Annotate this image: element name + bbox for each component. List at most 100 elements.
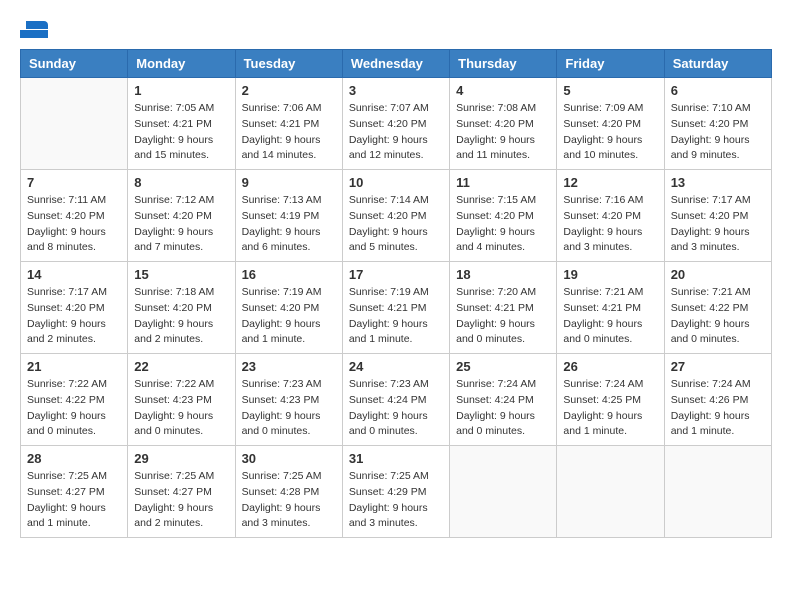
day-info: Sunrise: 7:24 AM Sunset: 4:24 PM Dayligh… [456, 377, 550, 440]
day-number: 28 [27, 451, 121, 466]
calendar-day-header: Thursday [450, 50, 557, 78]
day-number: 25 [456, 359, 550, 374]
calendar-cell: 31 Sunrise: 7:25 AM Sunset: 4:29 PM Dayli… [342, 446, 449, 538]
day-number: 14 [27, 267, 121, 282]
calendar-cell: 29 Sunrise: 7:25 AM Sunset: 4:27 PM Dayli… [128, 446, 235, 538]
calendar-cell: 7 Sunrise: 7:11 AM Sunset: 4:20 PM Daylig… [21, 170, 128, 262]
calendar-cell: 5 Sunrise: 7:09 AM Sunset: 4:20 PM Daylig… [557, 78, 664, 170]
calendar-cell [664, 446, 771, 538]
calendar-day-header: Monday [128, 50, 235, 78]
calendar-cell: 6 Sunrise: 7:10 AM Sunset: 4:20 PM Daylig… [664, 78, 771, 170]
day-info: Sunrise: 7:10 AM Sunset: 4:20 PM Dayligh… [671, 101, 765, 164]
calendar-cell: 11 Sunrise: 7:15 AM Sunset: 4:20 PM Dayli… [450, 170, 557, 262]
calendar-cell: 3 Sunrise: 7:07 AM Sunset: 4:20 PM Daylig… [342, 78, 449, 170]
day-number: 22 [134, 359, 228, 374]
calendar-cell: 21Sunrise: 7:22 AM Sunset: 4:22 PM Dayli… [21, 354, 128, 446]
day-number: 13 [671, 175, 765, 190]
day-number: 7 [27, 175, 121, 190]
calendar-week-row: 28 Sunrise: 7:25 AM Sunset: 4:27 PM Dayli… [21, 446, 772, 538]
day-number: 12 [563, 175, 657, 190]
day-number: 23 [242, 359, 336, 374]
day-info: Sunrise: 7:23 AM Sunset: 4:24 PM Dayligh… [349, 377, 443, 440]
day-number: 4 [456, 83, 550, 98]
day-info: Sunrise: 7:15 AM Sunset: 4:20 PM Dayligh… [456, 193, 550, 256]
day-number: 10 [349, 175, 443, 190]
calendar-cell: 22 Sunrise: 7:22 AM Sunset: 4:23 PM Dayli… [128, 354, 235, 446]
day-number: 5 [563, 83, 657, 98]
day-number: 18 [456, 267, 550, 282]
day-info: Sunrise: 7:16 AM Sunset: 4:20 PM Dayligh… [563, 193, 657, 256]
calendar-cell: 20Sunrise: 7:21 AM Sunset: 4:22 PM Dayli… [664, 262, 771, 354]
day-number: 11 [456, 175, 550, 190]
day-number: 16 [242, 267, 336, 282]
day-info: Sunrise: 7:17 AM Sunset: 4:20 PM Dayligh… [27, 285, 121, 348]
calendar-cell: 1 Sunrise: 7:05 AM Sunset: 4:21 PM Daylig… [128, 78, 235, 170]
day-number: 29 [134, 451, 228, 466]
day-number: 17 [349, 267, 443, 282]
day-number: 8 [134, 175, 228, 190]
day-number: 1 [134, 83, 228, 98]
day-number: 15 [134, 267, 228, 282]
day-info: Sunrise: 7:11 AM Sunset: 4:20 PM Dayligh… [27, 193, 121, 256]
day-info: Sunrise: 7:25 AM Sunset: 4:28 PM Dayligh… [242, 469, 336, 532]
logo-graphic [20, 21, 48, 38]
day-info: Sunrise: 7:05 AM Sunset: 4:21 PM Dayligh… [134, 101, 228, 164]
calendar-cell: 2Sunrise: 7:06 AM Sunset: 4:21 PM Daylig… [235, 78, 342, 170]
calendar-cell [557, 446, 664, 538]
calendar-cell: 14 Sunrise: 7:17 AM Sunset: 4:20 PM Dayli… [21, 262, 128, 354]
day-info: Sunrise: 7:19 AM Sunset: 4:20 PM Dayligh… [242, 285, 336, 348]
calendar-cell: 4 Sunrise: 7:08 AM Sunset: 4:20 PM Daylig… [450, 78, 557, 170]
day-number: 26 [563, 359, 657, 374]
day-info: Sunrise: 7:08 AM Sunset: 4:20 PM Dayligh… [456, 101, 550, 164]
calendar-cell: 15 Sunrise: 7:18 AM Sunset: 4:20 PM Dayli… [128, 262, 235, 354]
calendar-cell: 25 Sunrise: 7:24 AM Sunset: 4:24 PM Dayli… [450, 354, 557, 446]
day-info: Sunrise: 7:14 AM Sunset: 4:20 PM Dayligh… [349, 193, 443, 256]
day-number: 24 [349, 359, 443, 374]
calendar-cell: 13 Sunrise: 7:17 AM Sunset: 4:20 PM Dayli… [664, 170, 771, 262]
day-info: Sunrise: 7:06 AM Sunset: 4:21 PM Dayligh… [242, 101, 336, 164]
day-number: 30 [242, 451, 336, 466]
calendar-cell: 8 Sunrise: 7:12 AM Sunset: 4:20 PM Daylig… [128, 170, 235, 262]
day-number: 21 [27, 359, 121, 374]
day-info: Sunrise: 7:21 AM Sunset: 4:22 PM Dayligh… [671, 285, 765, 348]
calendar-cell: 24 Sunrise: 7:23 AM Sunset: 4:24 PM Dayli… [342, 354, 449, 446]
calendar-cell: 10 Sunrise: 7:14 AM Sunset: 4:20 PM Dayli… [342, 170, 449, 262]
day-info: Sunrise: 7:25 AM Sunset: 4:27 PM Dayligh… [134, 469, 228, 532]
calendar-cell [21, 78, 128, 170]
day-info: Sunrise: 7:25 AM Sunset: 4:27 PM Dayligh… [27, 469, 121, 532]
calendar-cell [450, 446, 557, 538]
day-info: Sunrise: 7:25 AM Sunset: 4:29 PM Dayligh… [349, 469, 443, 532]
day-info: Sunrise: 7:22 AM Sunset: 4:23 PM Dayligh… [134, 377, 228, 440]
calendar-cell: 9 Sunrise: 7:13 AM Sunset: 4:19 PM Daylig… [235, 170, 342, 262]
calendar-week-row: 7 Sunrise: 7:11 AM Sunset: 4:20 PM Daylig… [21, 170, 772, 262]
day-info: Sunrise: 7:17 AM Sunset: 4:20 PM Dayligh… [671, 193, 765, 256]
logo [20, 20, 52, 39]
page-container: SundayMondayTuesdayWednesdayThursdayFrid… [20, 20, 772, 538]
header [20, 20, 772, 39]
day-number: 31 [349, 451, 443, 466]
calendar-day-header: Saturday [664, 50, 771, 78]
day-number: 6 [671, 83, 765, 98]
calendar-cell: 30 Sunrise: 7:25 AM Sunset: 4:28 PM Dayli… [235, 446, 342, 538]
calendar-day-header: Tuesday [235, 50, 342, 78]
day-info: Sunrise: 7:19 AM Sunset: 4:21 PM Dayligh… [349, 285, 443, 348]
day-info: Sunrise: 7:23 AM Sunset: 4:23 PM Dayligh… [242, 377, 336, 440]
calendar-cell: 23 Sunrise: 7:23 AM Sunset: 4:23 PM Dayli… [235, 354, 342, 446]
calendar-cell: 27Sunrise: 7:24 AM Sunset: 4:26 PM Dayli… [664, 354, 771, 446]
day-info: Sunrise: 7:13 AM Sunset: 4:19 PM Dayligh… [242, 193, 336, 256]
day-info: Sunrise: 7:09 AM Sunset: 4:20 PM Dayligh… [563, 101, 657, 164]
calendar-cell: 17 Sunrise: 7:19 AM Sunset: 4:21 PM Dayli… [342, 262, 449, 354]
day-number: 3 [349, 83, 443, 98]
day-info: Sunrise: 7:20 AM Sunset: 4:21 PM Dayligh… [456, 285, 550, 348]
day-info: Sunrise: 7:18 AM Sunset: 4:20 PM Dayligh… [134, 285, 228, 348]
calendar-cell: 28 Sunrise: 7:25 AM Sunset: 4:27 PM Dayli… [21, 446, 128, 538]
calendar-week-row: 14 Sunrise: 7:17 AM Sunset: 4:20 PM Dayli… [21, 262, 772, 354]
calendar-cell: 16 Sunrise: 7:19 AM Sunset: 4:20 PM Dayli… [235, 262, 342, 354]
calendar-table: SundayMondayTuesdayWednesdayThursdayFrid… [20, 49, 772, 538]
calendar-cell: 26Sunrise: 7:24 AM Sunset: 4:25 PM Dayli… [557, 354, 664, 446]
day-info: Sunrise: 7:07 AM Sunset: 4:20 PM Dayligh… [349, 101, 443, 164]
day-info: Sunrise: 7:12 AM Sunset: 4:20 PM Dayligh… [134, 193, 228, 256]
calendar-cell: 12 Sunrise: 7:16 AM Sunset: 4:20 PM Dayli… [557, 170, 664, 262]
calendar-day-header: Friday [557, 50, 664, 78]
day-number: 9 [242, 175, 336, 190]
